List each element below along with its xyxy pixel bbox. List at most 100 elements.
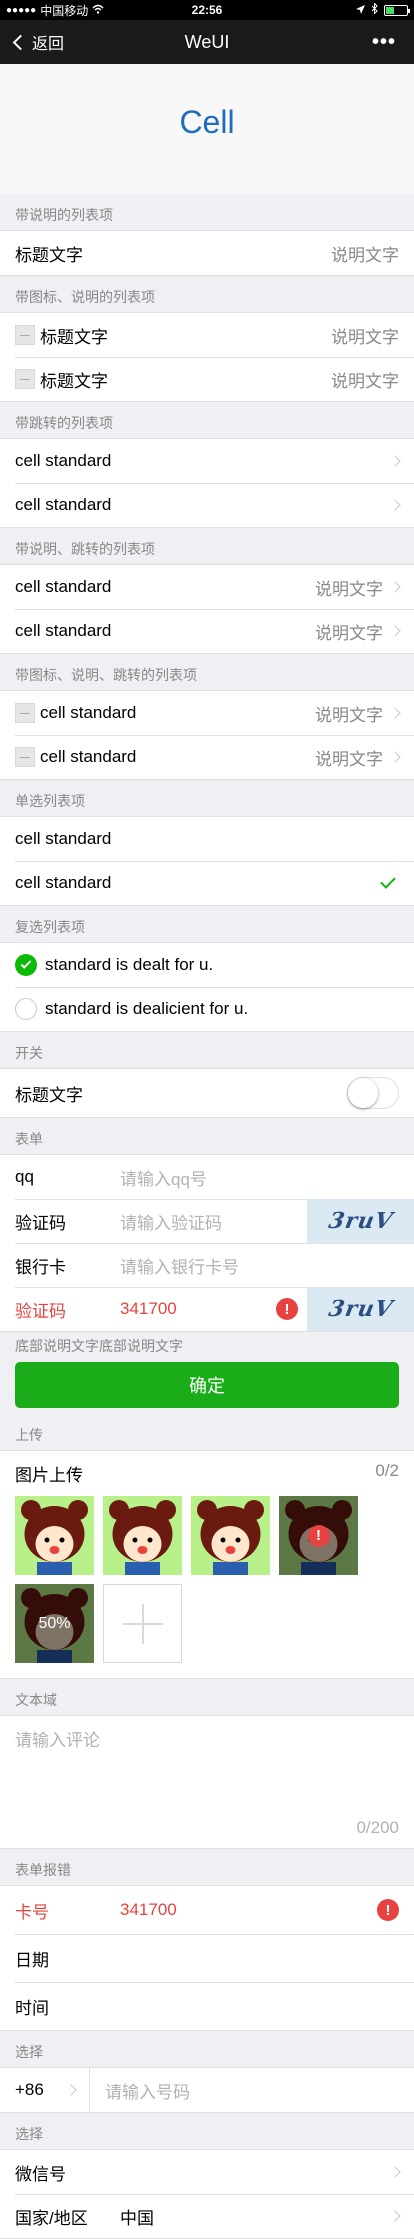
button-area: 确定 <box>0 1362 414 1408</box>
time-picker[interactable]: 时间 <box>0 1982 414 2030</box>
section-title: 单选列表项 <box>0 780 414 816</box>
cell-label: 标题文字 <box>40 327 108 347</box>
thumbnail[interactable] <box>15 1496 94 1575</box>
section-title: 带跳转的列表项 <box>0 402 414 438</box>
form-row: 银行卡 请输入银行卡号 <box>0 1243 414 1287</box>
confirm-button[interactable]: 确定 <box>15 1362 399 1408</box>
add-image-button[interactable] <box>103 1584 182 1663</box>
cell-desc: 说明文字 <box>315 705 383 725</box>
radio-item[interactable]: cell standard <box>0 817 414 861</box>
qq-input[interactable]: 请输入qq号 <box>120 1165 207 1190</box>
char-counter: 0/200 <box>356 1818 399 1837</box>
thumbnail[interactable] <box>103 1496 182 1575</box>
thumbnail[interactable] <box>191 1496 270 1575</box>
date-picker[interactable]: 日期 <box>0 1934 414 1982</box>
chevron-right-icon <box>389 751 401 763</box>
wechat-label: 微信号 <box>15 2164 66 2184</box>
more-button[interactable]: ••• <box>372 31 414 54</box>
link-item[interactable]: cell standard 说明文字 <box>0 609 414 653</box>
placeholder-icon <box>15 703 35 723</box>
radio-label: cell standard <box>15 829 112 848</box>
nav-bar: 返回 WeUI ••• <box>0 20 414 64</box>
unchecked-circle-icon[interactable] <box>15 998 37 1020</box>
back-button[interactable]: 返回 <box>0 30 64 54</box>
captcha-image[interactable]: 3ruV <box>307 1287 414 1331</box>
upload-progress: 50% <box>15 1584 94 1663</box>
warning-icon: ! <box>276 1298 298 1320</box>
cell-group: 标题文字 说明文字 <box>0 230 414 276</box>
radio-item[interactable]: cell standard <box>0 861 414 905</box>
chevron-left-icon <box>12 34 29 50</box>
qq-label: qq <box>15 1167 34 1186</box>
chevron-right-icon <box>389 499 401 511</box>
checkbox-label: standard is dealicient for u. <box>45 999 249 1018</box>
form-group: 微信号 国家/地区 中国 <box>0 2149 414 2239</box>
card-input[interactable]: 341700 <box>120 1900 177 1920</box>
wechat-select[interactable]: 微信号 <box>0 2150 414 2194</box>
checkbox-item[interactable]: standard is dealicient for u. <box>0 987 414 1031</box>
checkbox-group: standard is dealt for u. standard is dea… <box>0 942 414 1032</box>
warning-icon: ! <box>377 1899 399 1921</box>
switch-label: 标题文字 <box>15 1085 83 1105</box>
uploader-title: 图片上传 <box>15 1466 83 1485</box>
phone-row: +86 请输入号码 <box>0 2068 414 2112</box>
cell-label: cell standard <box>15 577 112 596</box>
country-code-select[interactable]: +86 <box>0 2068 90 2112</box>
code-error-label: 验证码 <box>15 1301 66 1321</box>
country-value: 中国 <box>120 2208 154 2228</box>
image-uploader: 图片上传 0/2 ! 50% <box>0 1450 414 1679</box>
link-item[interactable]: cell standard 说明文字 <box>0 735 414 779</box>
radio-group: cell standard cell standard <box>0 816 414 906</box>
thumbnail-error[interactable]: ! <box>279 1496 358 1575</box>
form-row-error: 卡号 341700 ! <box>0 1886 414 1934</box>
chevron-right-icon <box>389 707 401 719</box>
cell-desc: 说明文字 <box>331 371 399 391</box>
thumbnail-uploading[interactable]: 50% <box>15 1584 94 1663</box>
chevron-right-icon <box>389 581 401 593</box>
form-group: qq 请输入qq号 验证码 请输入验证码 3ruV 银行卡 请输入银行卡号 验证… <box>0 1154 414 1332</box>
checkbox-label: standard is dealt for u. <box>45 955 214 974</box>
country-label: 国家/地区 <box>15 2208 88 2228</box>
date-label: 日期 <box>15 1950 49 1970</box>
form-row: 验证码 请输入验证码 3ruV <box>0 1199 414 1243</box>
cell-group: 标题文字 说明文字 标题文字 说明文字 <box>0 312 414 402</box>
captcha-text: 3ruV <box>326 1208 395 1234</box>
country-select[interactable]: 国家/地区 中国 <box>0 2194 414 2238</box>
code-error-input[interactable]: 341700 <box>120 1299 177 1319</box>
cell-desc: 说明文字 <box>315 579 383 599</box>
section-title: 开关 <box>0 1032 414 1068</box>
link-item[interactable]: cell standard <box>0 483 414 527</box>
page-title: Cell <box>0 64 414 194</box>
code-input[interactable]: 请输入验证码 <box>120 1209 222 1234</box>
toggle-switch[interactable] <box>347 1077 399 1109</box>
link-item[interactable]: cell standard 说明文字 <box>0 691 414 735</box>
file-list: ! 50% <box>15 1496 399 1663</box>
checked-circle-icon[interactable] <box>15 954 37 976</box>
checkmark-icon <box>380 873 396 889</box>
cell-group: cell standard 说明文字 cell standard 说明文字 <box>0 690 414 780</box>
section-title: 选择 <box>0 2031 414 2067</box>
placeholder-icon <box>15 325 35 345</box>
uploader-count: 0/2 <box>375 1461 399 1480</box>
bank-input[interactable]: 请输入银行卡号 <box>120 1253 239 1278</box>
form-group: 卡号 341700 ! 日期 时间 <box>0 1885 414 2031</box>
country-code: +86 <box>15 2080 44 2099</box>
phone-input[interactable]: 请输入号码 <box>105 2078 190 2103</box>
form-tips: 底部说明文字底部说明文字 <box>15 1338 183 1354</box>
warning-icon: ! <box>307 1524 330 1547</box>
cell-desc: 说明文字 <box>315 749 383 769</box>
section-title: 带图标、说明、跳转的列表项 <box>0 654 414 690</box>
section-title: 表单报错 <box>0 1849 414 1885</box>
form-row-error: 验证码 341700 ! 3ruV <box>0 1287 414 1331</box>
checkbox-item[interactable]: standard is dealt for u. <box>0 943 414 987</box>
captcha-image[interactable]: 3ruV <box>307 1199 414 1243</box>
link-item[interactable]: cell standard <box>0 439 414 483</box>
chevron-right-icon <box>389 625 401 637</box>
card-label: 卡号 <box>15 1902 49 1922</box>
placeholder-icon <box>15 369 35 389</box>
chevron-right-icon <box>389 2166 401 2178</box>
chevron-right-icon <box>389 2210 401 2222</box>
link-item[interactable]: cell standard 说明文字 <box>0 565 414 609</box>
comment-textarea[interactable]: 请输入评论 0/200 <box>0 1715 414 1849</box>
switch-item: 标题文字 <box>0 1069 414 1117</box>
